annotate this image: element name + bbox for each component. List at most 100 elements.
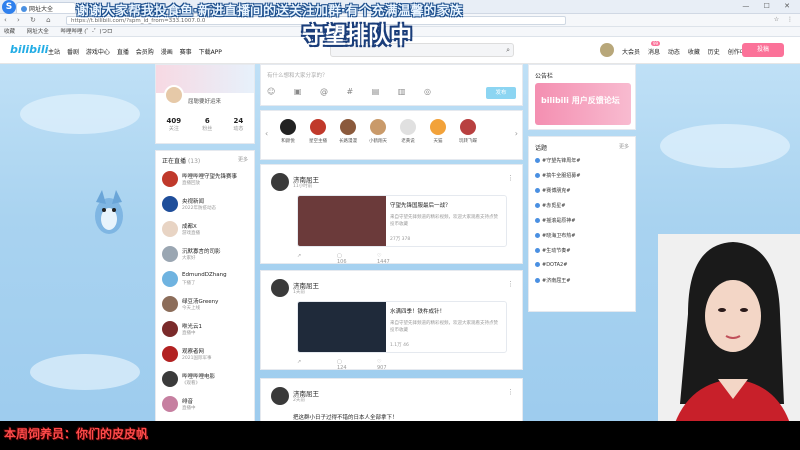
notice-title: 公告栏 bbox=[535, 73, 554, 80]
live-name: 哔哩哔哩守望先锋赛事 bbox=[182, 174, 238, 180]
following-item[interactable]: 长路漫漫 bbox=[335, 119, 361, 144]
composer-tools[interactable]: ☺ ▣ @ # ▤ ▥ ◎ bbox=[267, 87, 439, 96]
live-item[interactable]: 观察者网 2021国际军事 bbox=[162, 346, 252, 366]
share-button[interactable]: ↗ bbox=[297, 359, 337, 371]
following-item[interactable]: 玩转飞蝶 bbox=[455, 119, 481, 144]
nav-item[interactable]: 番剧 bbox=[67, 49, 79, 56]
live-item[interactable]: 哔哩哔哩守望先锋赛事 直播回放 bbox=[162, 171, 252, 191]
topic-item[interactable]: #晓海卫布热# bbox=[535, 232, 575, 239]
bookmark-item[interactable]: 哔哩哔哩 (゜-゜)つロ bbox=[61, 29, 113, 35]
nav-item[interactable]: 赛事 bbox=[180, 49, 192, 56]
topic-item[interactable]: #赤觅星# bbox=[535, 202, 565, 209]
mascot-icon bbox=[95, 190, 123, 234]
following-name: 天猫 bbox=[433, 139, 443, 144]
nav-dynamic[interactable]: 动态 bbox=[668, 49, 680, 56]
topic-icon bbox=[535, 278, 540, 283]
post-avatar[interactable] bbox=[271, 279, 289, 297]
avatar[interactable] bbox=[600, 43, 614, 57]
bili-logo[interactable]: bilibili bbox=[10, 43, 48, 56]
download-app-link[interactable]: 下载APP bbox=[199, 49, 222, 56]
search-icon[interactable]: ⌕ bbox=[506, 46, 510, 55]
following-item[interactable]: 星空主播 bbox=[305, 119, 331, 144]
live-item[interactable]: EdmundDZhang 下播了 bbox=[162, 271, 252, 291]
chevron-right-icon[interactable]: › bbox=[515, 129, 518, 138]
nav-vip[interactable]: 大会员 bbox=[622, 49, 640, 56]
topic-item[interactable]: #守望先锋周年# bbox=[535, 157, 580, 164]
video-card[interactable]: 水满四季！铁杵成针！ 来自守望先锋频道的精彩视频，欢迎大家观看支持点赞投币收藏 1.… bbox=[297, 301, 507, 353]
live-desc: 2021国际军事 bbox=[182, 356, 212, 361]
post-time: 1天前 bbox=[293, 290, 305, 295]
chevron-left-icon[interactable]: ‹ bbox=[265, 129, 268, 138]
topic-item[interactable]: #济南屈王# bbox=[535, 277, 570, 284]
topic-item[interactable]: #赛博朋克# bbox=[535, 187, 570, 194]
stat-posts[interactable]: 24 动态 bbox=[233, 117, 243, 132]
profile-avatar[interactable] bbox=[164, 85, 184, 105]
post-avatar[interactable] bbox=[271, 387, 289, 405]
topic-item[interactable]: #DOTA2# bbox=[535, 262, 567, 268]
nav-history[interactable]: 历史 bbox=[708, 49, 720, 56]
live-item[interactable]: 绯音 直播中 bbox=[162, 396, 252, 416]
nav-favorites[interactable]: 收藏 bbox=[688, 49, 700, 56]
dynamic-post: 济南屈王 2天前 ⋮ 把这群小日子过得不错的日本人全部拿下！ bbox=[260, 378, 523, 422]
nav-item[interactable]: 游戏中心 bbox=[86, 49, 110, 56]
browser-tab[interactable]: 网址大全 bbox=[16, 2, 76, 13]
live-desc: 直播中 bbox=[182, 406, 196, 411]
live-more-link[interactable]: 更多 bbox=[238, 156, 248, 163]
topics-more-link[interactable]: 更多 bbox=[619, 143, 629, 150]
following-item[interactable]: 老黄说 bbox=[395, 119, 421, 144]
like-button[interactable]: ♡ 907 bbox=[377, 359, 417, 371]
bili-right-nav: 大会员 消息 动态 收藏 历史 创作中心 bbox=[622, 47, 758, 56]
topic-item[interactable]: #生动节奏# bbox=[535, 247, 570, 254]
profile-username[interactable]: 屈聪要好运来 bbox=[188, 97, 221, 105]
topic-item[interactable]: #搞牛全服招募# bbox=[535, 172, 580, 179]
stat-follow[interactable]: 409 关注 bbox=[167, 117, 182, 132]
post-text: 把这群小日子过得不错的日本人全部拿下！ bbox=[293, 415, 398, 421]
more-icon[interactable]: ⋮ bbox=[507, 280, 514, 288]
composer-input[interactable]: 有什么想和大家分享的？ bbox=[267, 71, 328, 79]
window-controls[interactable]: — ☐ ✕ bbox=[742, 2, 796, 10]
live-item[interactable]: 成都X 游戏直播 bbox=[162, 221, 252, 241]
live-item[interactable]: 央视新闻 2022年防疫动态 bbox=[162, 196, 252, 216]
following-item[interactable]: 小鹤翔天 bbox=[365, 119, 391, 144]
live-desc: 《观看》 bbox=[182, 381, 200, 386]
bookmark-item[interactable]: 收藏 bbox=[4, 29, 15, 35]
post-button[interactable]: 投稿 bbox=[742, 43, 784, 57]
more-icon[interactable]: ⋮ bbox=[507, 174, 514, 182]
comment-button[interactable]: ▢ 124 bbox=[337, 359, 377, 371]
more-icon[interactable]: ⋮ bbox=[507, 388, 514, 396]
nav-messages[interactable]: 消息 bbox=[648, 49, 660, 56]
live-avatar bbox=[162, 396, 178, 412]
comment-button[interactable]: ▢ 106 bbox=[337, 253, 377, 265]
topic-item[interactable]: #摇滚是原神# bbox=[535, 217, 575, 224]
feedback-banner[interactable]: bilibili 用户反馈论坛 bbox=[535, 83, 631, 125]
video-thumbnail[interactable] bbox=[298, 302, 386, 352]
nav-buttons[interactable]: ‹ › ↻ ⌂ bbox=[4, 16, 55, 24]
video-title[interactable]: 守望先锋国服最后一战？ bbox=[390, 201, 451, 209]
post-avatar[interactable] bbox=[271, 173, 289, 191]
topics-title: 话题 bbox=[535, 145, 548, 152]
bookmark-item[interactable]: 网址大全 bbox=[27, 29, 49, 35]
like-button[interactable]: ♡ 1447 bbox=[377, 253, 417, 265]
live-item[interactable]: 咻光云1 直播中 bbox=[162, 321, 252, 341]
live-item[interactable]: 哔哩哔哩电影 《观看》 bbox=[162, 371, 252, 391]
nav-item[interactable]: 漫画 bbox=[161, 49, 173, 56]
live-item[interactable]: 沉默寡言的司影 大家好 bbox=[162, 246, 252, 266]
live-item[interactable]: 绿豆汤Greeny 今天上线 bbox=[162, 296, 252, 316]
video-thumbnail[interactable] bbox=[298, 196, 386, 246]
video-title[interactable]: 水满四季！铁杵成针！ bbox=[390, 307, 445, 315]
topic-icon bbox=[535, 218, 540, 223]
live-avatar bbox=[162, 346, 178, 362]
post-actions: ↗ ▢ 106♡ 1447 bbox=[297, 253, 417, 265]
nav-item[interactable]: 主站 bbox=[48, 49, 60, 56]
publish-button[interactable]: 发布 bbox=[486, 87, 516, 99]
browser-toolbar-icons[interactable]: ☆ ⋮ bbox=[774, 16, 796, 23]
stat-fans[interactable]: 6 粉丝 bbox=[202, 117, 212, 132]
nav-item[interactable]: 会员购 bbox=[136, 49, 154, 56]
nav-item[interactable]: 直播 bbox=[117, 49, 129, 56]
live-desc: 大家好 bbox=[182, 256, 196, 261]
following-item[interactable]: 天猫 bbox=[425, 119, 451, 144]
video-card[interactable]: 守望先锋国服最后一战？ 来自守望先锋频道的精彩视频，欢迎大家观看支持点赞投币收藏 2… bbox=[297, 195, 507, 247]
share-button[interactable]: ↗ bbox=[297, 253, 337, 265]
following-item[interactable]: 和颜悦 bbox=[275, 119, 301, 144]
live-avatar bbox=[162, 246, 178, 262]
